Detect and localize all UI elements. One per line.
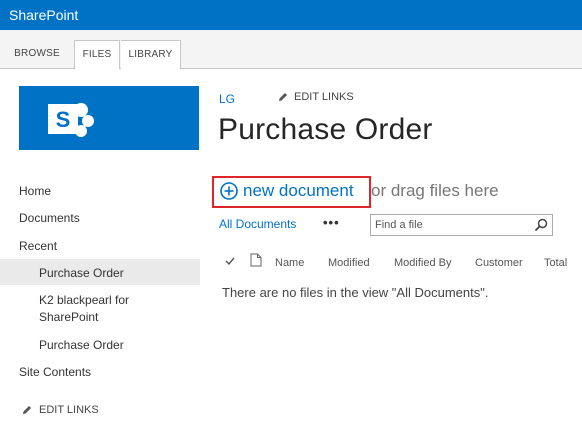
nav-item-purchase-order[interactable]: Purchase Order — [39, 338, 124, 352]
more-views-button[interactable]: ••• — [323, 215, 340, 230]
site-breadcrumb-link[interactable]: LG — [219, 92, 235, 106]
view-selector-all-documents[interactable]: All Documents — [219, 217, 296, 231]
new-document-label: new document — [243, 181, 354, 200]
pencil-icon — [23, 406, 31, 414]
add-circle-icon — [220, 182, 238, 200]
find-file-input[interactable] — [372, 216, 527, 234]
select-all-checkmark-icon[interactable] — [224, 255, 236, 267]
column-header-customer[interactable]: Customer — [475, 257, 523, 269]
nav-item-home[interactable]: Home — [19, 184, 51, 198]
nav-item-k2-line1[interactable]: K2 blackpearl for — [39, 293, 129, 307]
ribbon: BROWSE FILES LIBRARY — [0, 30, 582, 70]
nav-item-site-contents[interactable]: Site Contents — [19, 365, 91, 379]
column-header-total[interactable]: Total — [544, 257, 567, 269]
drag-files-hint: or drag files here — [371, 181, 499, 200]
nav-item-purchase-order-selected[interactable]: Purchase Order — [39, 266, 124, 280]
logo-letter: S — [56, 107, 71, 132]
column-header-modified-by[interactable]: Modified By — [394, 257, 451, 269]
edit-links-top-button[interactable]: EDIT LINKS — [278, 91, 354, 103]
empty-view-message: There are no files in the view "All Docu… — [222, 285, 489, 300]
nav-item-documents[interactable]: Documents — [19, 211, 80, 225]
suite-title[interactable]: SharePoint — [9, 7, 78, 23]
suite-bar: SharePoint — [0, 0, 582, 30]
document-type-icon — [250, 253, 262, 267]
new-document-button[interactable]: new document — [220, 181, 354, 201]
column-header-modified[interactable]: Modified — [328, 257, 370, 269]
pencil-icon — [279, 93, 287, 101]
search-icon[interactable] — [534, 218, 548, 232]
search-box — [370, 214, 553, 236]
site-logo[interactable]: S — [19, 86, 199, 150]
tab-browse[interactable]: BROWSE — [9, 40, 65, 69]
nav-item-recent[interactable]: Recent — [19, 239, 57, 253]
page-title: Purchase Order — [218, 113, 433, 146]
nav-item-k2-line2[interactable]: SharePoint — [39, 310, 98, 324]
edit-links-label: EDIT LINKS — [39, 404, 99, 416]
sharepoint-logo-icon: S — [48, 103, 94, 137]
edit-links-bottom-button[interactable]: EDIT LINKS — [22, 404, 99, 416]
tab-files[interactable]: FILES — [74, 40, 120, 70]
edit-links-label: EDIT LINKS — [294, 91, 354, 103]
column-header-name[interactable]: Name — [275, 257, 304, 269]
tab-library[interactable]: LIBRARY — [121, 40, 181, 70]
